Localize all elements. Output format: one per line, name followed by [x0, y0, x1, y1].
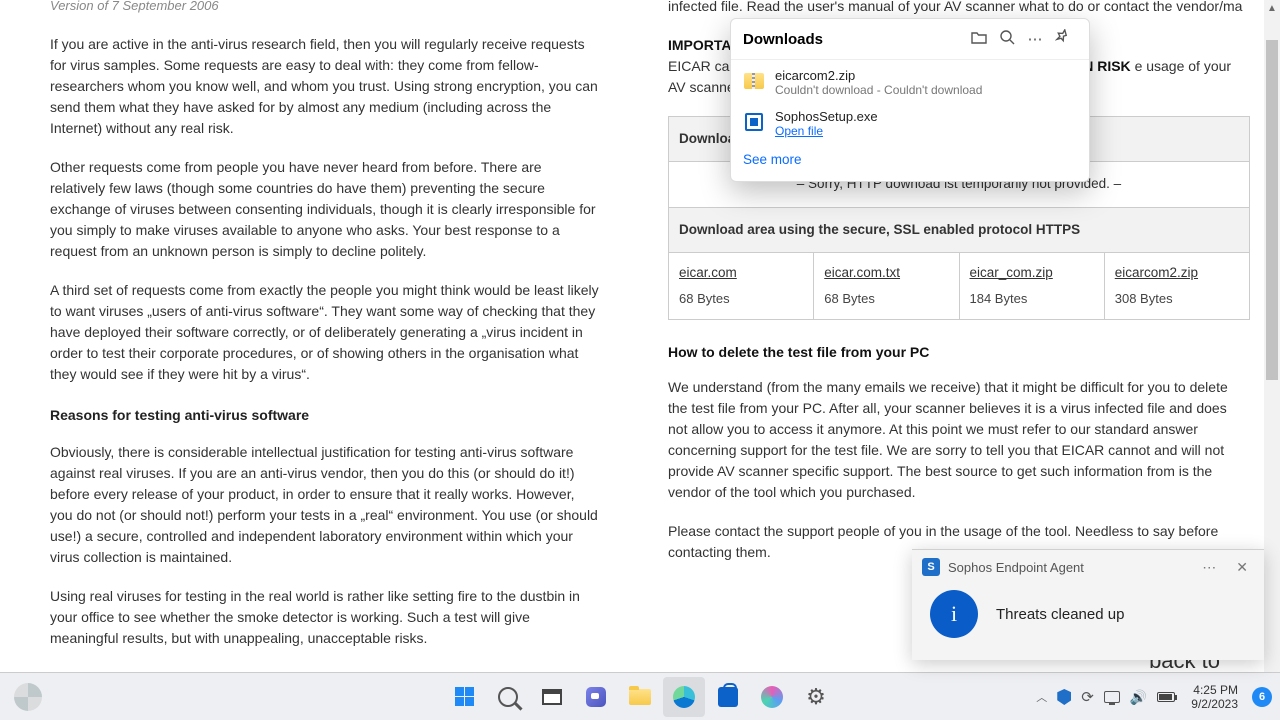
- downloads-panel: Downloads ⋯ eicarcom2.zip Couldn't downl…: [730, 18, 1090, 182]
- download-item-exe[interactable]: SophosSetup.exe Open file: [731, 101, 1089, 142]
- link-eicar-com[interactable]: eicar.com: [679, 263, 803, 283]
- body-p4: Obviously, there is considerable intelle…: [50, 442, 600, 568]
- tray-speaker-icon[interactable]: 🔊: [1130, 689, 1147, 706]
- download-name-exe: SophosSetup.exe: [775, 109, 1077, 124]
- sophos-shield-icon: S: [922, 558, 940, 576]
- body-p5: Using real viruses for testing in the re…: [50, 586, 600, 649]
- table-row: eicar.com 68 Bytes eicar.com.txt 68 Byte…: [669, 253, 1249, 320]
- chat-icon[interactable]: [575, 677, 617, 717]
- settings-icon[interactable]: ⚙: [795, 677, 837, 717]
- see-more-link[interactable]: See more: [731, 142, 1089, 181]
- download-cell-eicarcom2-zip[interactable]: eicarcom2.zip 308 Bytes: [1105, 253, 1249, 320]
- infected-file-text: infected file. Read the user's manual of…: [668, 0, 1250, 17]
- size-eicar-com-txt: 68 Bytes: [824, 291, 875, 306]
- downloads-title: Downloads: [743, 31, 965, 48]
- body-p1: If you are active in the anti-virus rese…: [50, 34, 600, 139]
- toast-app-name: Sophos Endpoint Agent: [948, 560, 1188, 575]
- size-eicar-com: 68 Bytes: [679, 291, 730, 306]
- taskbar: ⚙ ︿ ⟳ 🔊 4:25 PM 9/2/2023 6: [0, 672, 1280, 720]
- open-file-link[interactable]: Open file: [775, 124, 1077, 138]
- open-folder-icon[interactable]: [965, 30, 993, 48]
- https-header: Download area using the secure, SSL enab…: [669, 208, 1249, 253]
- size-eicar-com-zip: 184 Bytes: [970, 291, 1028, 306]
- download-cell-eicar-com[interactable]: eicar.com 68 Bytes: [669, 253, 814, 320]
- weather-widget-icon[interactable]: [14, 683, 42, 711]
- tray-display-icon[interactable]: [1104, 691, 1120, 703]
- link-eicarcom2-zip[interactable]: eicarcom2.zip: [1115, 263, 1239, 283]
- size-eicarcom2-zip: 308 Bytes: [1115, 291, 1173, 306]
- tray-sophos-icon[interactable]: [1057, 689, 1071, 705]
- body-p3: A third set of requests come from exactl…: [50, 280, 600, 385]
- exe-file-icon: [743, 111, 765, 133]
- section-heading-reasons: Reasons for testing anti-virus software: [50, 405, 600, 426]
- body-p2: Other requests come from people you have…: [50, 157, 600, 262]
- sophos-notification: S Sophos Endpoint Agent ⋯ ✕ i Threats cl…: [912, 549, 1264, 660]
- toast-more-icon[interactable]: ⋯: [1196, 559, 1222, 576]
- store-icon[interactable]: [707, 677, 749, 717]
- scroll-thumb[interactable]: [1266, 40, 1278, 380]
- edge-icon[interactable]: [663, 677, 705, 717]
- download-name-zip: eicarcom2.zip: [775, 68, 1077, 83]
- toast-message: Threats cleaned up: [996, 606, 1124, 623]
- delete-heading: How to delete the test file from your PC: [668, 342, 1250, 363]
- copilot-icon[interactable]: [751, 677, 793, 717]
- scroll-up-arrow[interactable]: ▲: [1264, 0, 1280, 16]
- tray-chevron-icon[interactable]: ︿: [1036, 689, 1047, 705]
- important-label: IMPORTA: [668, 37, 732, 53]
- file-explorer-icon[interactable]: [619, 677, 661, 717]
- clock-time: 4:25 PM: [1191, 683, 1238, 697]
- start-button[interactable]: [443, 677, 485, 717]
- download-status-zip: Couldn't download - Couldn't download: [775, 83, 1077, 97]
- download-cell-eicar-com-zip[interactable]: eicar_com.zip 184 Bytes: [960, 253, 1105, 320]
- download-item-zip[interactable]: eicarcom2.zip Couldn't download - Couldn…: [731, 60, 1089, 101]
- version-text: Version of 7 September 2006: [50, 0, 600, 16]
- clock-date: 9/2/2023: [1191, 697, 1238, 711]
- notification-badge[interactable]: 6: [1252, 687, 1272, 707]
- delete-p1: We understand (from the many emails we r…: [668, 377, 1250, 503]
- taskbar-clock[interactable]: 4:25 PM 9/2/2023: [1191, 683, 1238, 712]
- link-eicar-com-txt[interactable]: eicar.com.txt: [824, 263, 948, 283]
- toast-close-icon[interactable]: ✕: [1230, 559, 1254, 576]
- pin-icon[interactable]: [1049, 29, 1077, 49]
- page-scrollbar[interactable]: ▲: [1264, 0, 1280, 672]
- zip-file-icon: [743, 70, 765, 92]
- link-eicar-com-zip[interactable]: eicar_com.zip: [970, 263, 1094, 283]
- task-view-icon[interactable]: [531, 677, 573, 717]
- tray-battery-icon[interactable]: [1157, 692, 1175, 702]
- search-downloads-icon[interactable]: [993, 29, 1021, 49]
- more-icon[interactable]: ⋯: [1021, 30, 1049, 48]
- taskbar-search-icon[interactable]: [487, 677, 529, 717]
- tray-sync-icon[interactable]: ⟳: [1081, 688, 1094, 706]
- download-cell-eicar-com-txt[interactable]: eicar.com.txt 68 Bytes: [814, 253, 959, 320]
- info-icon: i: [930, 590, 978, 638]
